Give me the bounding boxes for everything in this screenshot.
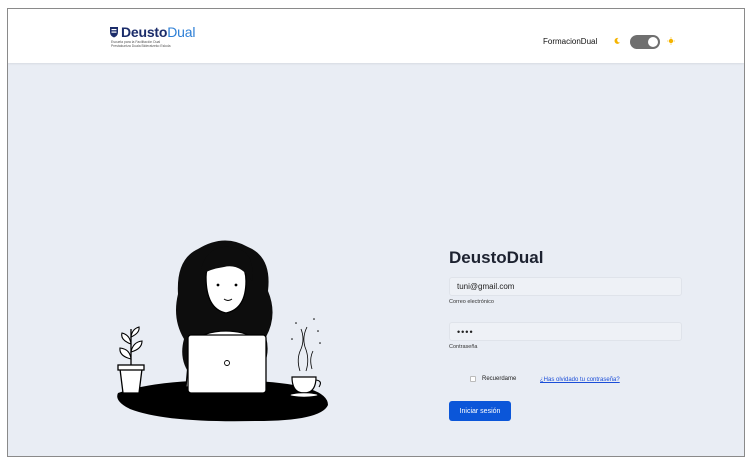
toggle-knob bbox=[648, 37, 658, 47]
top-navbar: DeustoDual Escuela para la Facilitación … bbox=[8, 9, 744, 63]
password-field[interactable] bbox=[449, 322, 682, 341]
remember-checkbox[interactable] bbox=[470, 376, 476, 382]
sun-icon bbox=[667, 37, 675, 45]
email-label: Correo electrónico bbox=[449, 299, 494, 305]
logo-subtitle-2: Prestakuntza Duala Bideratzeko Eskola bbox=[111, 44, 171, 48]
theme-toggle[interactable] bbox=[630, 35, 660, 49]
woman-at-laptop-illustration bbox=[117, 240, 328, 422]
forgot-password-link[interactable]: ¿Has olvidado tu contraseña? bbox=[540, 377, 620, 383]
app-frame: DeustoDual Escuela para la Facilitación … bbox=[7, 8, 745, 457]
logo-brand: DeustoDual bbox=[121, 24, 196, 40]
login-button[interactable]: Iniciar sesión bbox=[449, 401, 511, 421]
remember-me[interactable]: Recuerdame bbox=[470, 376, 516, 382]
shield-icon bbox=[110, 27, 118, 38]
email-field[interactable] bbox=[449, 277, 682, 296]
deustodual-logo[interactable]: DeustoDual Escuela para la Facilitación … bbox=[109, 24, 199, 56]
login-title: DeustoDual bbox=[449, 248, 544, 267]
moon-icon bbox=[614, 37, 620, 44]
password-label: Contraseña bbox=[449, 344, 478, 350]
username-label[interactable]: FormacionDual bbox=[543, 37, 597, 46]
remember-label: Recuerdame bbox=[482, 376, 517, 382]
